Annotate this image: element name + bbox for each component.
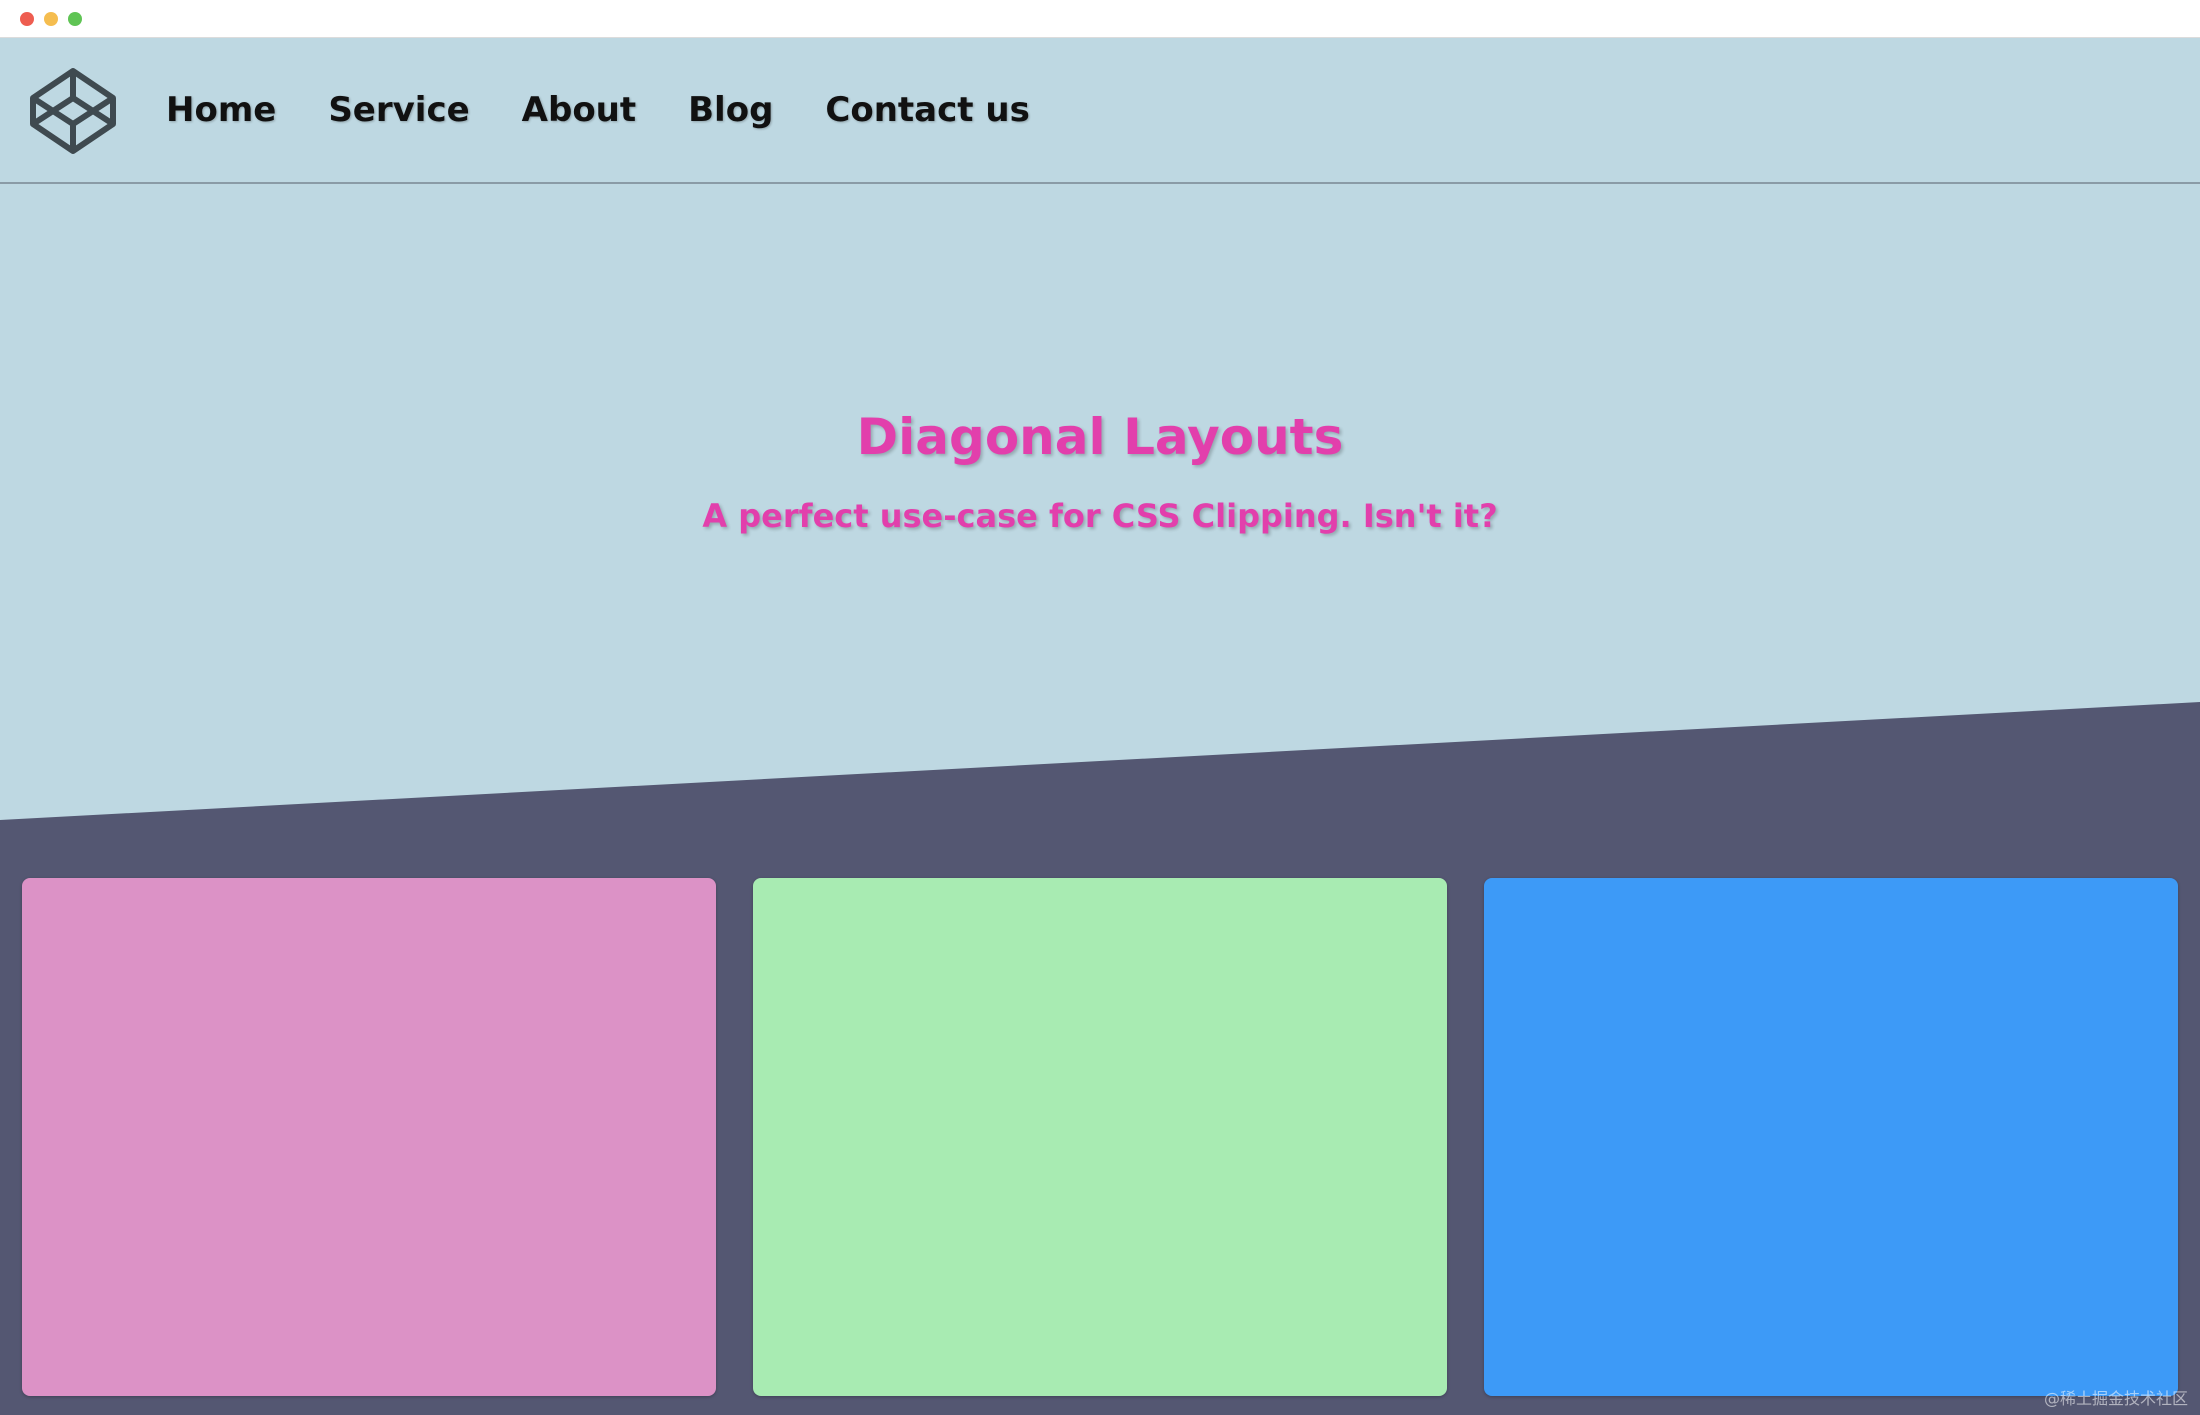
nav-link-blog[interactable]: Blog xyxy=(688,90,773,130)
navbar: Home Service About Blog Contact us xyxy=(0,38,2200,184)
nav-link-contact-us[interactable]: Contact us xyxy=(825,90,1029,130)
watermark: @稀土掘金技术社区 xyxy=(2043,1389,2188,1408)
codepen-icon[interactable] xyxy=(28,66,118,156)
nav-link-about[interactable]: About xyxy=(522,90,636,130)
maximize-window-button[interactable] xyxy=(68,12,82,26)
minimize-window-button[interactable] xyxy=(44,12,58,26)
nav-link-home[interactable]: Home xyxy=(166,90,276,130)
hero-title: Diagonal Layouts xyxy=(856,408,1344,466)
card-green xyxy=(753,878,1447,1396)
hero-subtitle: A perfect use-case for CSS Clipping. Isn… xyxy=(702,497,1498,535)
hero-section: Diagonal Layouts A perfect use-case for … xyxy=(0,184,2200,704)
close-window-button[interactable] xyxy=(20,12,34,26)
nav-links: Home Service About Blog Contact us xyxy=(166,38,1082,182)
nav-link-service[interactable]: Service xyxy=(328,90,469,130)
card-blue xyxy=(1484,878,2178,1396)
title-bar xyxy=(0,0,2200,38)
card-pink xyxy=(22,878,716,1396)
browser-window: Home Service About Blog Contact us Diago… xyxy=(0,0,2200,1415)
